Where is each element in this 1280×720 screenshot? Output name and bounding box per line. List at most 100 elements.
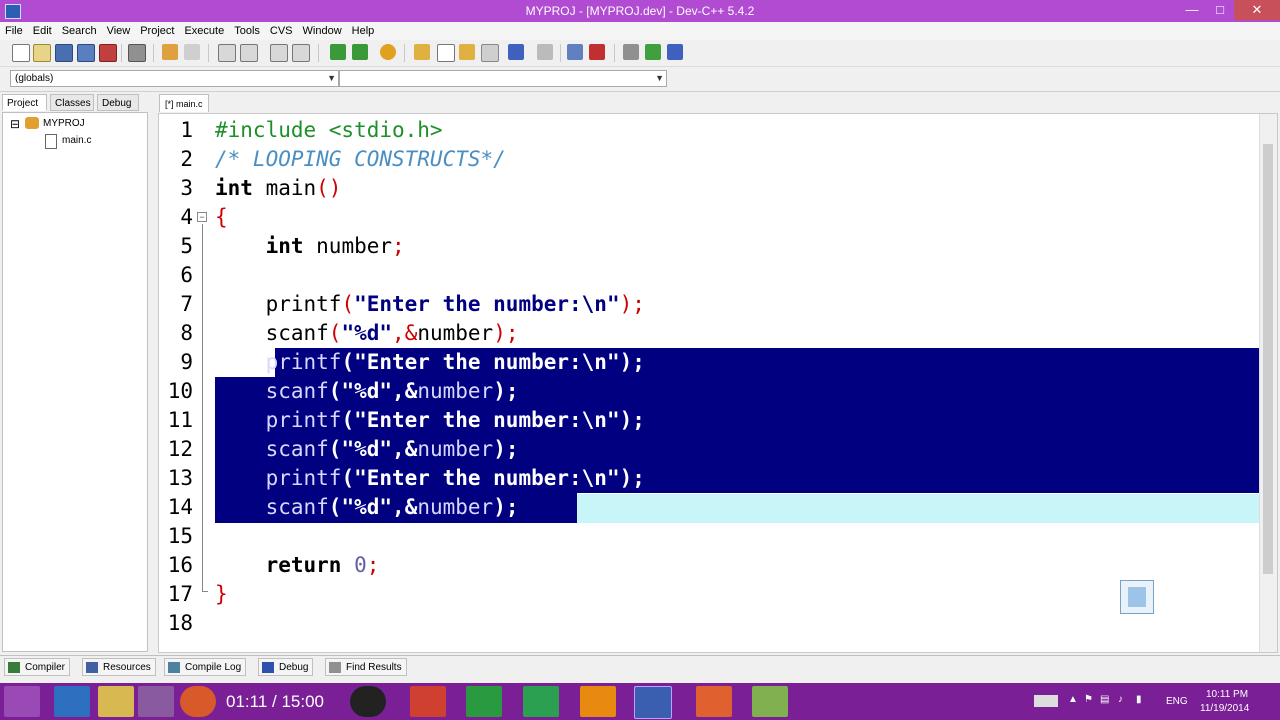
tray-up-icon[interactable]: ▲ bbox=[1068, 694, 1078, 705]
tab-resources[interactable]: Resources bbox=[82, 658, 156, 676]
code-editor[interactable]: 1 2 3 4 5 6 7 8 9 10 11 12 13 14 15 16 1… bbox=[158, 113, 1278, 653]
chart-icon[interactable] bbox=[567, 44, 583, 60]
menu-help[interactable]: Help bbox=[347, 22, 380, 40]
vlc-icon[interactable] bbox=[580, 686, 616, 717]
scroll-thumb[interactable] bbox=[1263, 144, 1273, 574]
tree-expander[interactable]: ⊟ bbox=[10, 117, 20, 131]
excel-icon[interactable] bbox=[466, 686, 502, 717]
code-token: return bbox=[265, 553, 342, 577]
tab-debug-output[interactable]: Debug bbox=[258, 658, 314, 676]
close-file-icon[interactable] bbox=[99, 44, 117, 62]
goto-line-icon[interactable] bbox=[292, 44, 310, 62]
code-token: number bbox=[417, 321, 494, 345]
remove-icon[interactable] bbox=[537, 44, 553, 60]
code-line-10: scanf("%d",&number); bbox=[215, 377, 1261, 406]
code-token: number bbox=[303, 234, 393, 258]
run-icon[interactable] bbox=[352, 44, 368, 60]
speaker-icon[interactable]: ♪ bbox=[1118, 694, 1123, 705]
help-icon[interactable] bbox=[667, 44, 683, 60]
devcpp-icon[interactable] bbox=[634, 686, 672, 719]
profile-icon[interactable] bbox=[589, 44, 605, 60]
compile-icon[interactable] bbox=[330, 44, 346, 60]
print-icon[interactable] bbox=[128, 44, 146, 62]
menu-view[interactable]: View bbox=[102, 22, 136, 40]
maximize-button[interactable]: □ bbox=[1206, 0, 1234, 20]
menu-execute[interactable]: Execute bbox=[179, 22, 229, 40]
check-syntax-icon[interactable] bbox=[508, 44, 524, 60]
code-token: ); bbox=[493, 321, 519, 345]
clock-date[interactable]: 11/19/2014 bbox=[1200, 703, 1249, 714]
code-area[interactable]: #include <stdio.h> /* LOOPING CONSTRUCTS… bbox=[215, 114, 1261, 652]
new-project-icon[interactable] bbox=[414, 44, 430, 60]
tab-compile-log[interactable]: Compile Log bbox=[164, 658, 247, 676]
class-browser-icon[interactable] bbox=[481, 44, 499, 62]
flag-icon[interactable]: ⚑ bbox=[1084, 694, 1093, 705]
code-token: "Enter the number:\n" bbox=[354, 292, 620, 316]
undo-icon[interactable] bbox=[162, 44, 178, 60]
tab-compiler[interactable]: Compiler bbox=[4, 658, 71, 676]
code-line-3: int main() bbox=[215, 174, 1261, 203]
player-icon[interactable] bbox=[350, 686, 386, 717]
scope-value: (globals) bbox=[15, 73, 54, 84]
next-icon[interactable] bbox=[645, 44, 661, 60]
prev-icon[interactable] bbox=[623, 44, 639, 60]
redo-icon[interactable] bbox=[184, 44, 200, 60]
vertical-scrollbar[interactable] bbox=[1259, 114, 1277, 652]
tree-file-main[interactable]: main.c bbox=[62, 135, 91, 146]
tab-classes[interactable]: Classes bbox=[50, 94, 94, 111]
menu-tools[interactable]: Tools bbox=[229, 22, 265, 40]
save-all-icon[interactable] bbox=[77, 44, 95, 62]
debug-icon[interactable] bbox=[380, 44, 396, 60]
code-token: int bbox=[265, 234, 304, 258]
tab-label: Compile Log bbox=[185, 662, 242, 673]
ie-icon[interactable] bbox=[54, 686, 90, 717]
replace-icon[interactable] bbox=[240, 44, 258, 62]
menu-cvs[interactable]: CVS bbox=[265, 22, 298, 40]
find-next-icon[interactable] bbox=[270, 44, 288, 62]
video-time: 01:11 / 15:00 bbox=[226, 692, 324, 711]
download-overlay-button[interactable] bbox=[1120, 580, 1154, 614]
symbol-combo[interactable]: ▼ bbox=[339, 70, 667, 87]
code-token: /* LOOPING CONSTRUCTS*/ bbox=[215, 147, 506, 171]
menu-edit[interactable]: Edit bbox=[28, 22, 57, 40]
menu-file[interactable]: File bbox=[0, 22, 28, 40]
project-options-icon[interactable] bbox=[459, 44, 475, 60]
explorer-icon[interactable] bbox=[98, 686, 134, 717]
new-file-icon[interactable] bbox=[12, 44, 30, 62]
find-icon[interactable] bbox=[218, 44, 236, 62]
code-token: "%d" bbox=[341, 495, 393, 519]
network-icon[interactable]: ▤ bbox=[1100, 694, 1109, 705]
editor-app-icon[interactable] bbox=[752, 686, 788, 717]
tab-debug[interactable]: Debug bbox=[97, 94, 139, 111]
camera-icon[interactable] bbox=[696, 686, 732, 717]
language-indicator[interactable]: ENG bbox=[1166, 696, 1188, 707]
filezilla-icon[interactable] bbox=[410, 686, 446, 717]
tree-project[interactable]: MYPROJ bbox=[43, 118, 85, 129]
tab-main-c[interactable]: [*] main.c bbox=[159, 94, 209, 112]
tab-project[interactable]: Project bbox=[2, 94, 47, 111]
minimize-button[interactable]: — bbox=[1178, 0, 1206, 20]
add-file-icon[interactable] bbox=[437, 44, 455, 62]
menu-search[interactable]: Search bbox=[57, 22, 102, 40]
clock-time[interactable]: 10:11 PM bbox=[1206, 689, 1248, 700]
scope-combo[interactable]: (globals) ▼ bbox=[10, 70, 339, 87]
battery-icon[interactable]: ▮ bbox=[1136, 694, 1142, 705]
fold-toggle[interactable]: − bbox=[197, 212, 207, 222]
close-button[interactable]: ✕ bbox=[1234, 0, 1280, 20]
spreadsheet-icon[interactable] bbox=[523, 686, 559, 717]
chrome-icon[interactable] bbox=[180, 686, 216, 717]
menu-project[interactable]: Project bbox=[135, 22, 179, 40]
tab-find-results[interactable]: Find Results bbox=[325, 658, 407, 676]
code-token: "Enter the number:\n" bbox=[354, 350, 620, 374]
media-icon[interactable] bbox=[138, 686, 174, 717]
menu-window[interactable]: Window bbox=[298, 22, 347, 40]
fold-end bbox=[202, 591, 208, 592]
save-icon[interactable] bbox=[55, 44, 73, 62]
code-token: } bbox=[215, 582, 228, 606]
open-file-icon[interactable] bbox=[33, 44, 51, 62]
start-icon[interactable] bbox=[4, 686, 40, 717]
keyboard-icon[interactable] bbox=[1034, 695, 1058, 707]
code-token: "%d" bbox=[341, 379, 393, 403]
